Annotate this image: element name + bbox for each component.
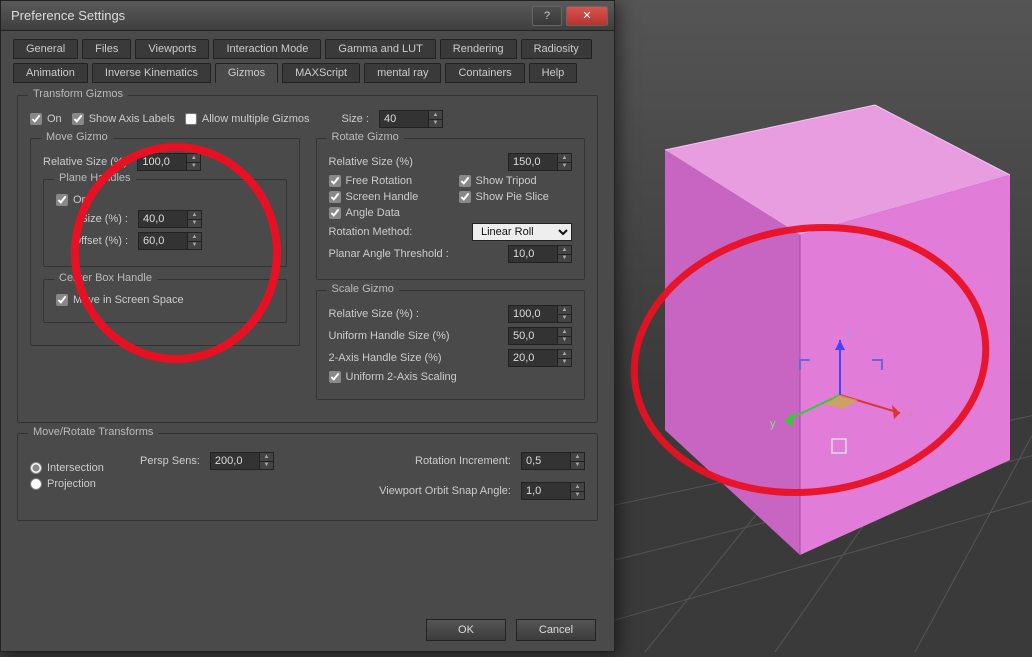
- checkbox-uniform[interactable]: [329, 371, 341, 383]
- tab-animation[interactable]: Animation: [13, 63, 88, 83]
- label-planar: Planar Angle Threshold :: [329, 248, 449, 260]
- label-plane-size: Size (%) :: [56, 213, 128, 225]
- tab-rendering[interactable]: Rendering: [440, 39, 517, 59]
- group-center-box: Center Box Handle Move in Screen Space: [43, 279, 287, 323]
- help-icon[interactable]: ?: [532, 6, 562, 26]
- label-uh: Uniform Handle Size (%): [329, 330, 450, 342]
- legend-rotate: Rotate Gizmo: [327, 131, 404, 143]
- viewport-canvas: x y z: [615, 0, 1032, 652]
- label-free-rot: Free Rotation: [346, 175, 413, 187]
- spinner-ax2[interactable]: ▲▼: [508, 349, 572, 367]
- spinner-size[interactable]: ▲▼: [379, 110, 443, 128]
- group-rotate-gizmo: Rotate Gizmo Relative Size (%) ▲▼ Free R…: [316, 138, 586, 280]
- preferences-dialog: Preference Settings ? ✕ GeneralFilesView…: [0, 0, 615, 652]
- tab-gamma-and-lut[interactable]: Gamma and LUT: [325, 39, 435, 59]
- svg-text:z: z: [846, 328, 852, 340]
- checkbox-plane-on[interactable]: [56, 194, 68, 206]
- tab-containers[interactable]: Containers: [445, 63, 524, 83]
- tab-general[interactable]: General: [13, 39, 78, 59]
- spinner-persp[interactable]: ▲▼: [210, 452, 274, 470]
- checkbox-free-rot[interactable]: [329, 175, 341, 187]
- label-rot-rel: Relative Size (%): [329, 156, 413, 168]
- label-plane-on: On: [73, 194, 88, 206]
- checkbox-allow-multi[interactable]: [185, 113, 197, 125]
- tab-bar: GeneralFilesViewportsInteraction ModeGam…: [1, 31, 614, 83]
- spinner-plane-offset[interactable]: ▲▼: [138, 232, 202, 250]
- label-uniform: Uniform 2-Axis Scaling: [346, 371, 457, 383]
- tab-viewports[interactable]: Viewports: [135, 39, 209, 59]
- group-move-gizmo: Move Gizmo Relative Size (%) ▲▼ Plane Ha…: [30, 138, 300, 346]
- checkbox-move-screen[interactable]: [56, 294, 68, 306]
- spinner-rot-rel[interactable]: ▲▼: [508, 153, 572, 171]
- label-move-rel: Relative Size (%): [43, 156, 127, 168]
- group-transform-gizmos: Transform Gizmos On Show Axis Labels All…: [17, 95, 598, 423]
- label-persp: Persp Sens:: [140, 455, 200, 467]
- group-move-rotate-transforms: Move/Rotate Transforms Intersection Proj…: [17, 433, 598, 521]
- label-projection: Projection: [47, 478, 96, 490]
- legend-transform: Transform Gizmos: [28, 88, 128, 100]
- label-pie: Show Pie Slice: [476, 191, 549, 203]
- tab-interaction-mode[interactable]: Interaction Mode: [213, 39, 321, 59]
- label-rot-method: Rotation Method:: [329, 226, 413, 238]
- label-screen-handle: Screen Handle: [346, 191, 419, 203]
- ok-button[interactable]: OK: [426, 619, 506, 641]
- tab-gizmos[interactable]: Gizmos: [215, 63, 278, 83]
- radio-intersection[interactable]: [30, 462, 42, 474]
- radio-projection[interactable]: [30, 478, 42, 490]
- legend-move: Move Gizmo: [41, 131, 113, 143]
- checkbox-angle-data[interactable]: [329, 207, 341, 219]
- tab-maxscript[interactable]: MAXScript: [282, 63, 360, 83]
- tab-help[interactable]: Help: [529, 63, 578, 83]
- checkbox-show-axis[interactable]: [72, 113, 84, 125]
- label-ax2: 2-Axis Handle Size (%): [329, 352, 442, 364]
- label-scale-rel: Relative Size (%) :: [329, 308, 419, 320]
- chevron-up-icon[interactable]: ▲: [429, 111, 442, 120]
- tab-files[interactable]: Files: [82, 39, 131, 59]
- label-on: On: [47, 113, 62, 125]
- label-plane-offset: Offset (%) :: [56, 235, 128, 247]
- tab-radiosity[interactable]: Radiosity: [521, 39, 592, 59]
- label-size: Size :: [342, 113, 370, 125]
- viewport-3d[interactable]: x y z: [615, 0, 1032, 652]
- label-show-axis: Show Axis Labels: [89, 113, 175, 125]
- label-allow-multi: Allow multiple Gizmos: [202, 113, 310, 125]
- spinner-planar[interactable]: ▲▼: [508, 245, 572, 263]
- spinner-plane-size[interactable]: ▲▼: [138, 210, 202, 228]
- label-rotinc: Rotation Increment:: [415, 455, 511, 467]
- svg-text:x: x: [908, 408, 914, 420]
- close-icon[interactable]: ✕: [566, 6, 608, 26]
- cube-mesh: [665, 105, 1010, 555]
- svg-text:y: y: [770, 418, 776, 430]
- cancel-button[interactable]: Cancel: [516, 619, 596, 641]
- titlebar[interactable]: Preference Settings ? ✕: [1, 1, 614, 31]
- checkbox-tripod[interactable]: [459, 175, 471, 187]
- legend-plane: Plane Handles: [54, 172, 136, 184]
- label-intersection: Intersection: [47, 462, 104, 474]
- spinner-orbit[interactable]: ▲▼: [521, 482, 585, 500]
- legend-mrt: Move/Rotate Transforms: [28, 426, 158, 438]
- spinner-uh[interactable]: ▲▼: [508, 327, 572, 345]
- tab-mental-ray[interactable]: mental ray: [364, 63, 441, 83]
- select-rotation-method[interactable]: Linear Roll: [472, 223, 572, 241]
- spinner-rotinc[interactable]: ▲▼: [521, 452, 585, 470]
- group-scale-gizmo: Scale Gizmo Relative Size (%) : ▲▼ Unifo…: [316, 290, 586, 400]
- spinner-scale-rel[interactable]: ▲▼: [508, 305, 572, 323]
- dialog-title: Preference Settings: [11, 8, 532, 23]
- legend-scale: Scale Gizmo: [327, 283, 399, 295]
- label-move-screen: Move in Screen Space: [73, 294, 184, 306]
- chevron-down-icon[interactable]: ▼: [429, 120, 442, 128]
- checkbox-pie[interactable]: [459, 191, 471, 203]
- checkbox-on[interactable]: [30, 113, 42, 125]
- label-orbit: Viewport Orbit Snap Angle:: [379, 485, 511, 497]
- label-angle-data: Angle Data: [346, 207, 400, 219]
- tab-inverse-kinematics[interactable]: Inverse Kinematics: [92, 63, 211, 83]
- spinner-move-rel[interactable]: ▲▼: [137, 153, 201, 171]
- checkbox-screen-handle[interactable]: [329, 191, 341, 203]
- tab-content-gizmos: Transform Gizmos On Show Axis Labels All…: [1, 87, 614, 539]
- group-plane-handles: Plane Handles On Size (%) : ▲▼ Offset (%…: [43, 179, 287, 267]
- legend-center: Center Box Handle: [54, 272, 157, 284]
- label-tripod: Show Tripod: [476, 175, 537, 187]
